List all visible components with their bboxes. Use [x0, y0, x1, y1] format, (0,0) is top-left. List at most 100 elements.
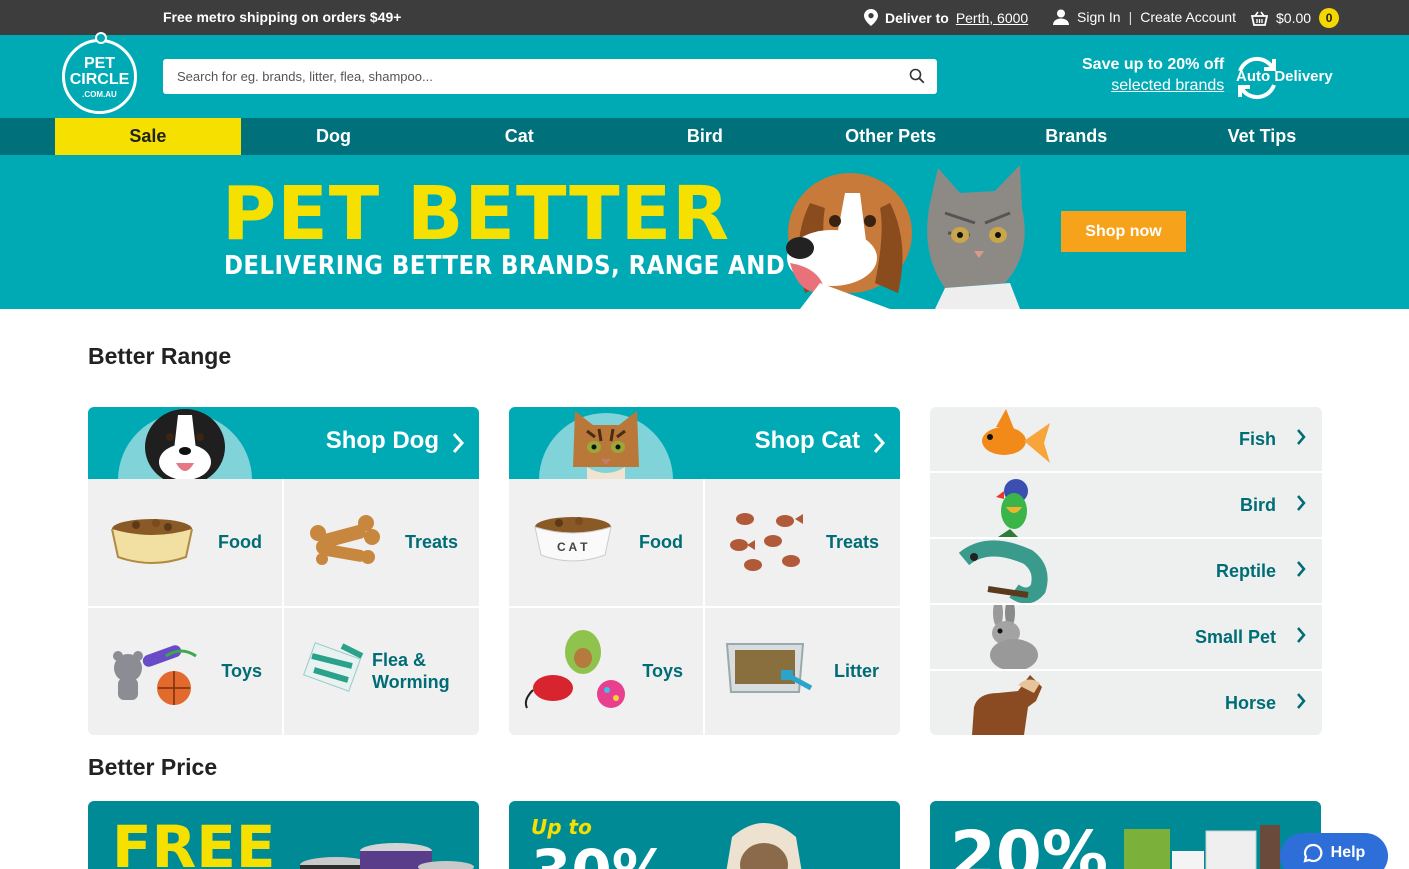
deliver-location-link[interactable]: Perth, 6000 [956, 10, 1028, 26]
location-pin-icon [864, 9, 878, 26]
cat-food-label: Food [639, 532, 683, 552]
cat-treats-tile[interactable]: Treats [705, 479, 899, 605]
better-range-title: Better Range [88, 343, 232, 369]
create-account-link[interactable]: Create Account [1140, 9, 1236, 25]
nav-item-dog[interactable]: Dog [241, 118, 427, 155]
cart-button[interactable]: $0.00 0 [1251, 8, 1340, 28]
search-input[interactable] [177, 59, 897, 94]
horse-photo [972, 675, 1042, 735]
cans-image [300, 843, 474, 869]
user-icon [1053, 9, 1069, 25]
other-pets-item-fish[interactable]: Fish [930, 407, 1322, 471]
top-bar: Free metro shipping on orders $49+ Deliv… [0, 0, 1409, 35]
chevron-right-icon [1297, 429, 1306, 445]
dog-flea-worming-tile[interactable]: Flea & Worming [284, 608, 478, 734]
svg-text:C A T: C A T [557, 540, 588, 554]
dog-and-cat-image [786, 165, 1025, 309]
dog-bowl-icon [111, 519, 193, 564]
fish-treats-icon [730, 513, 803, 571]
cart-total: $0.00 [1276, 10, 1312, 26]
deliver-to[interactable]: Deliver to Perth, 6000 [864, 9, 1028, 26]
cat-bed-image [726, 823, 802, 869]
dog-food-tile[interactable]: Food [88, 479, 282, 605]
nav-item-vet-tips[interactable]: Vet Tips [1169, 118, 1355, 155]
cart-count-badge: 0 [1319, 8, 1340, 28]
dog-toys-label: Toys [221, 661, 262, 681]
price-card-up-to-30[interactable]: Up to 30% [509, 801, 900, 869]
dog-flea-worming-label: Flea & Worming [372, 650, 450, 692]
thirty-percent-text: 30% [531, 837, 670, 869]
search-icon[interactable] [909, 68, 925, 84]
dog-toys-icon [113, 645, 197, 705]
cat-food-tile[interactable]: C A T Food [509, 479, 703, 605]
logo-tag-ring [95, 32, 107, 44]
cat-photo [573, 411, 639, 479]
other-pets-list: Fish Bird Reptile Small Pet Horse [930, 407, 1322, 735]
selected-brands-link[interactable]: selected brands [1082, 77, 1224, 95]
chevron-right-icon [1297, 495, 1306, 511]
tile-divider [509, 606, 900, 608]
search-bar [163, 59, 937, 94]
dog-biscuit-icon [310, 515, 380, 565]
sign-in-link[interactable]: Sign In [1077, 9, 1121, 25]
price-card-20[interactable]: 20% [930, 801, 1321, 869]
autodelivery-logo[interactable]: Auto Delivery [1234, 55, 1344, 101]
shop-cat-card: Shop Cat C A T Food Treats Toys Litter [509, 407, 900, 735]
nav-item-brands[interactable]: Brands [983, 118, 1169, 155]
nav-item-bird[interactable]: Bird [612, 118, 798, 155]
main-nav: Sale Dog Cat Bird Other Pets Brands Vet … [0, 118, 1409, 155]
other-pets-item-bird[interactable]: Bird [930, 473, 1322, 537]
dog-photo [145, 409, 225, 479]
nav-item-other-pets[interactable]: Other Pets [798, 118, 984, 155]
fish-label: Fish [1238, 429, 1276, 449]
site-header: PET CIRCLE .COM.AU Save up to 20% off se… [0, 32, 1409, 118]
parrot-photo [996, 479, 1028, 537]
litter-tray-icon [725, 643, 813, 693]
goldfish-photo [982, 409, 1050, 463]
dog-food-label: Food [218, 532, 262, 552]
shop-cat-header[interactable]: Shop Cat [509, 407, 900, 479]
chevron-right-icon [452, 433, 465, 453]
cat-litter-label: Litter [834, 661, 879, 681]
dog-treats-tile[interactable]: Treats [284, 479, 478, 605]
bird-label: Bird [1240, 495, 1276, 515]
free-promo-text: FREE [112, 813, 276, 869]
horse-label: Horse [1224, 693, 1276, 713]
cat-bowl-icon: C A T [534, 517, 612, 562]
autodelivery-logo-text: Auto Delivery [1236, 68, 1333, 85]
autodelivery-text: Save up to 20% off [1082, 56, 1225, 73]
shop-dog-header[interactable]: Shop Dog [88, 407, 479, 479]
price-card-free[interactable]: FREE [88, 801, 479, 869]
rabbit-photo [990, 605, 1038, 669]
chevron-right-icon [1297, 627, 1306, 643]
twenty-percent-text: 20% [950, 817, 1108, 869]
help-chat-button[interactable]: Help [1280, 833, 1388, 869]
other-pets-item-reptile[interactable]: Reptile [930, 539, 1322, 603]
hero-banner[interactable]: PET BETTER DELIVERING BETTER BRANDS, RAN… [0, 155, 1409, 309]
shop-now-button[interactable]: Shop now [1061, 211, 1186, 252]
cat-avatar [539, 407, 673, 479]
other-pets-item-small-pet[interactable]: Small Pet [930, 605, 1322, 669]
dog-avatar [118, 407, 252, 479]
cat-toys-tile[interactable]: Toys [509, 608, 703, 734]
cat-toys-label: Toys [642, 661, 683, 681]
flea-treatment-icon [302, 642, 364, 692]
nav-item-cat[interactable]: Cat [426, 118, 612, 155]
shop-dog-title: Shop Dog [325, 427, 439, 454]
logo-text-circle: CIRCLE [69, 71, 130, 88]
chevron-right-icon [873, 433, 886, 453]
other-pets-item-horse[interactable]: Horse [930, 671, 1322, 735]
account-separator: | [1128, 9, 1133, 25]
chat-bubble-icon [1303, 843, 1323, 863]
help-label: Help [1330, 844, 1366, 861]
cat-litter-tile[interactable]: Litter [705, 608, 899, 734]
dog-treats-label: Treats [404, 532, 458, 552]
better-price-title: Better Price [88, 754, 218, 780]
dog-toys-tile[interactable]: Toys [88, 608, 282, 734]
logo-text-domain: .COM.AU [82, 90, 117, 99]
shipping-promo: Free metro shipping on orders $49+ [163, 9, 402, 25]
tile-divider [88, 606, 479, 608]
nav-item-sale[interactable]: Sale [55, 118, 241, 155]
shop-dog-card: Shop Dog Food Treats Toys Flea & Worming [88, 407, 479, 735]
pet-circle-logo[interactable]: PET CIRCLE .COM.AU [62, 32, 137, 114]
